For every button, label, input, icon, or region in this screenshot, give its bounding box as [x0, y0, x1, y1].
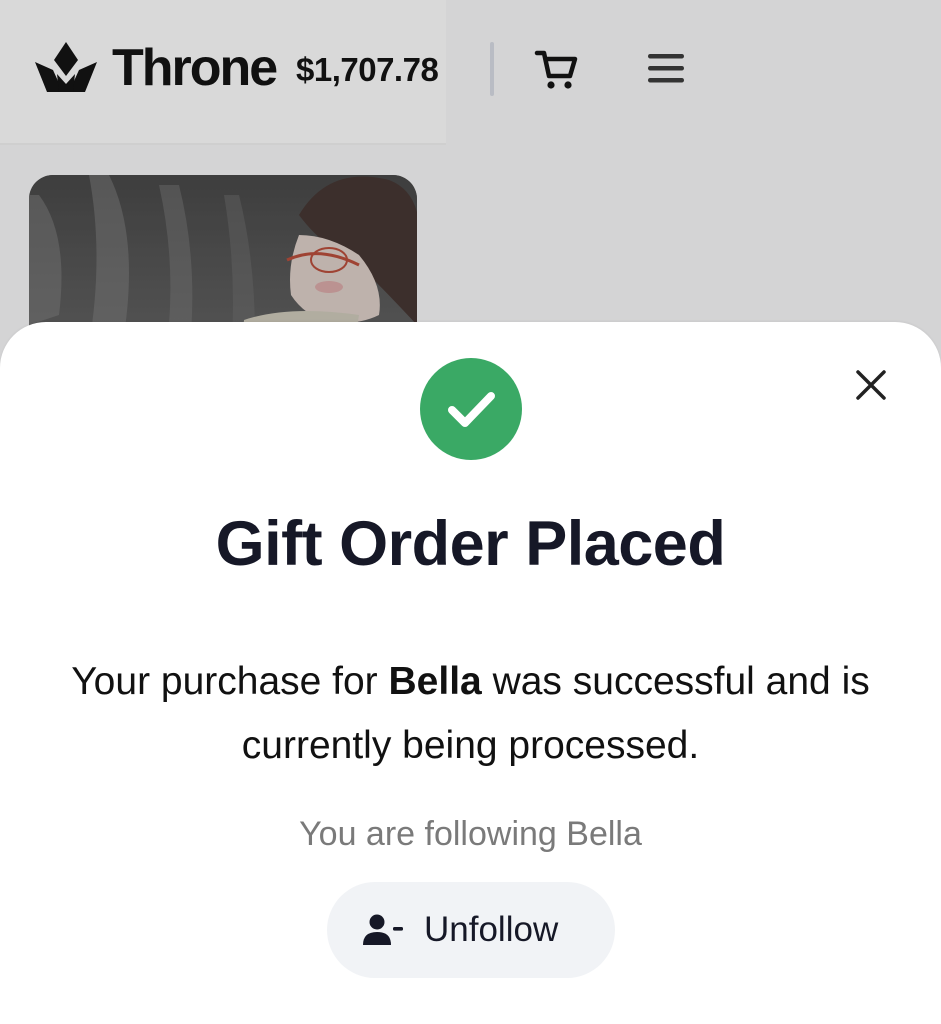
message-prefix: Your purchase for	[71, 660, 389, 703]
user-minus-icon	[363, 914, 403, 945]
follow-status: You are following Bella	[299, 815, 642, 853]
gift-order-modal: Gift Order Placed Your purchase for Bell…	[0, 322, 941, 1024]
page: Throne $1,707.78 Gift Order Placed Your …	[0, 0, 941, 1024]
header-divider	[490, 42, 494, 96]
wallet-balance[interactable]: $1,707.78	[296, 50, 439, 90]
checkmark-icon	[448, 392, 495, 427]
recipient-name: Bella	[388, 660, 482, 703]
hamburger-menu-icon[interactable]	[646, 50, 686, 86]
close-icon[interactable]	[848, 362, 894, 408]
modal-title: Gift Order Placed	[215, 509, 726, 579]
unfollow-button[interactable]: Unfollow	[327, 882, 615, 978]
brand-name[interactable]: Throne	[112, 38, 278, 98]
cart-icon[interactable]	[534, 46, 580, 92]
confirmation-message: Your purchase for Bella was successful a…	[60, 650, 881, 778]
check-circle-icon	[420, 358, 522, 460]
unfollow-label: Unfollow	[424, 910, 559, 949]
crown-icon[interactable]	[33, 40, 99, 96]
top-nav-bar: Throne $1,707.78	[0, 0, 446, 145]
